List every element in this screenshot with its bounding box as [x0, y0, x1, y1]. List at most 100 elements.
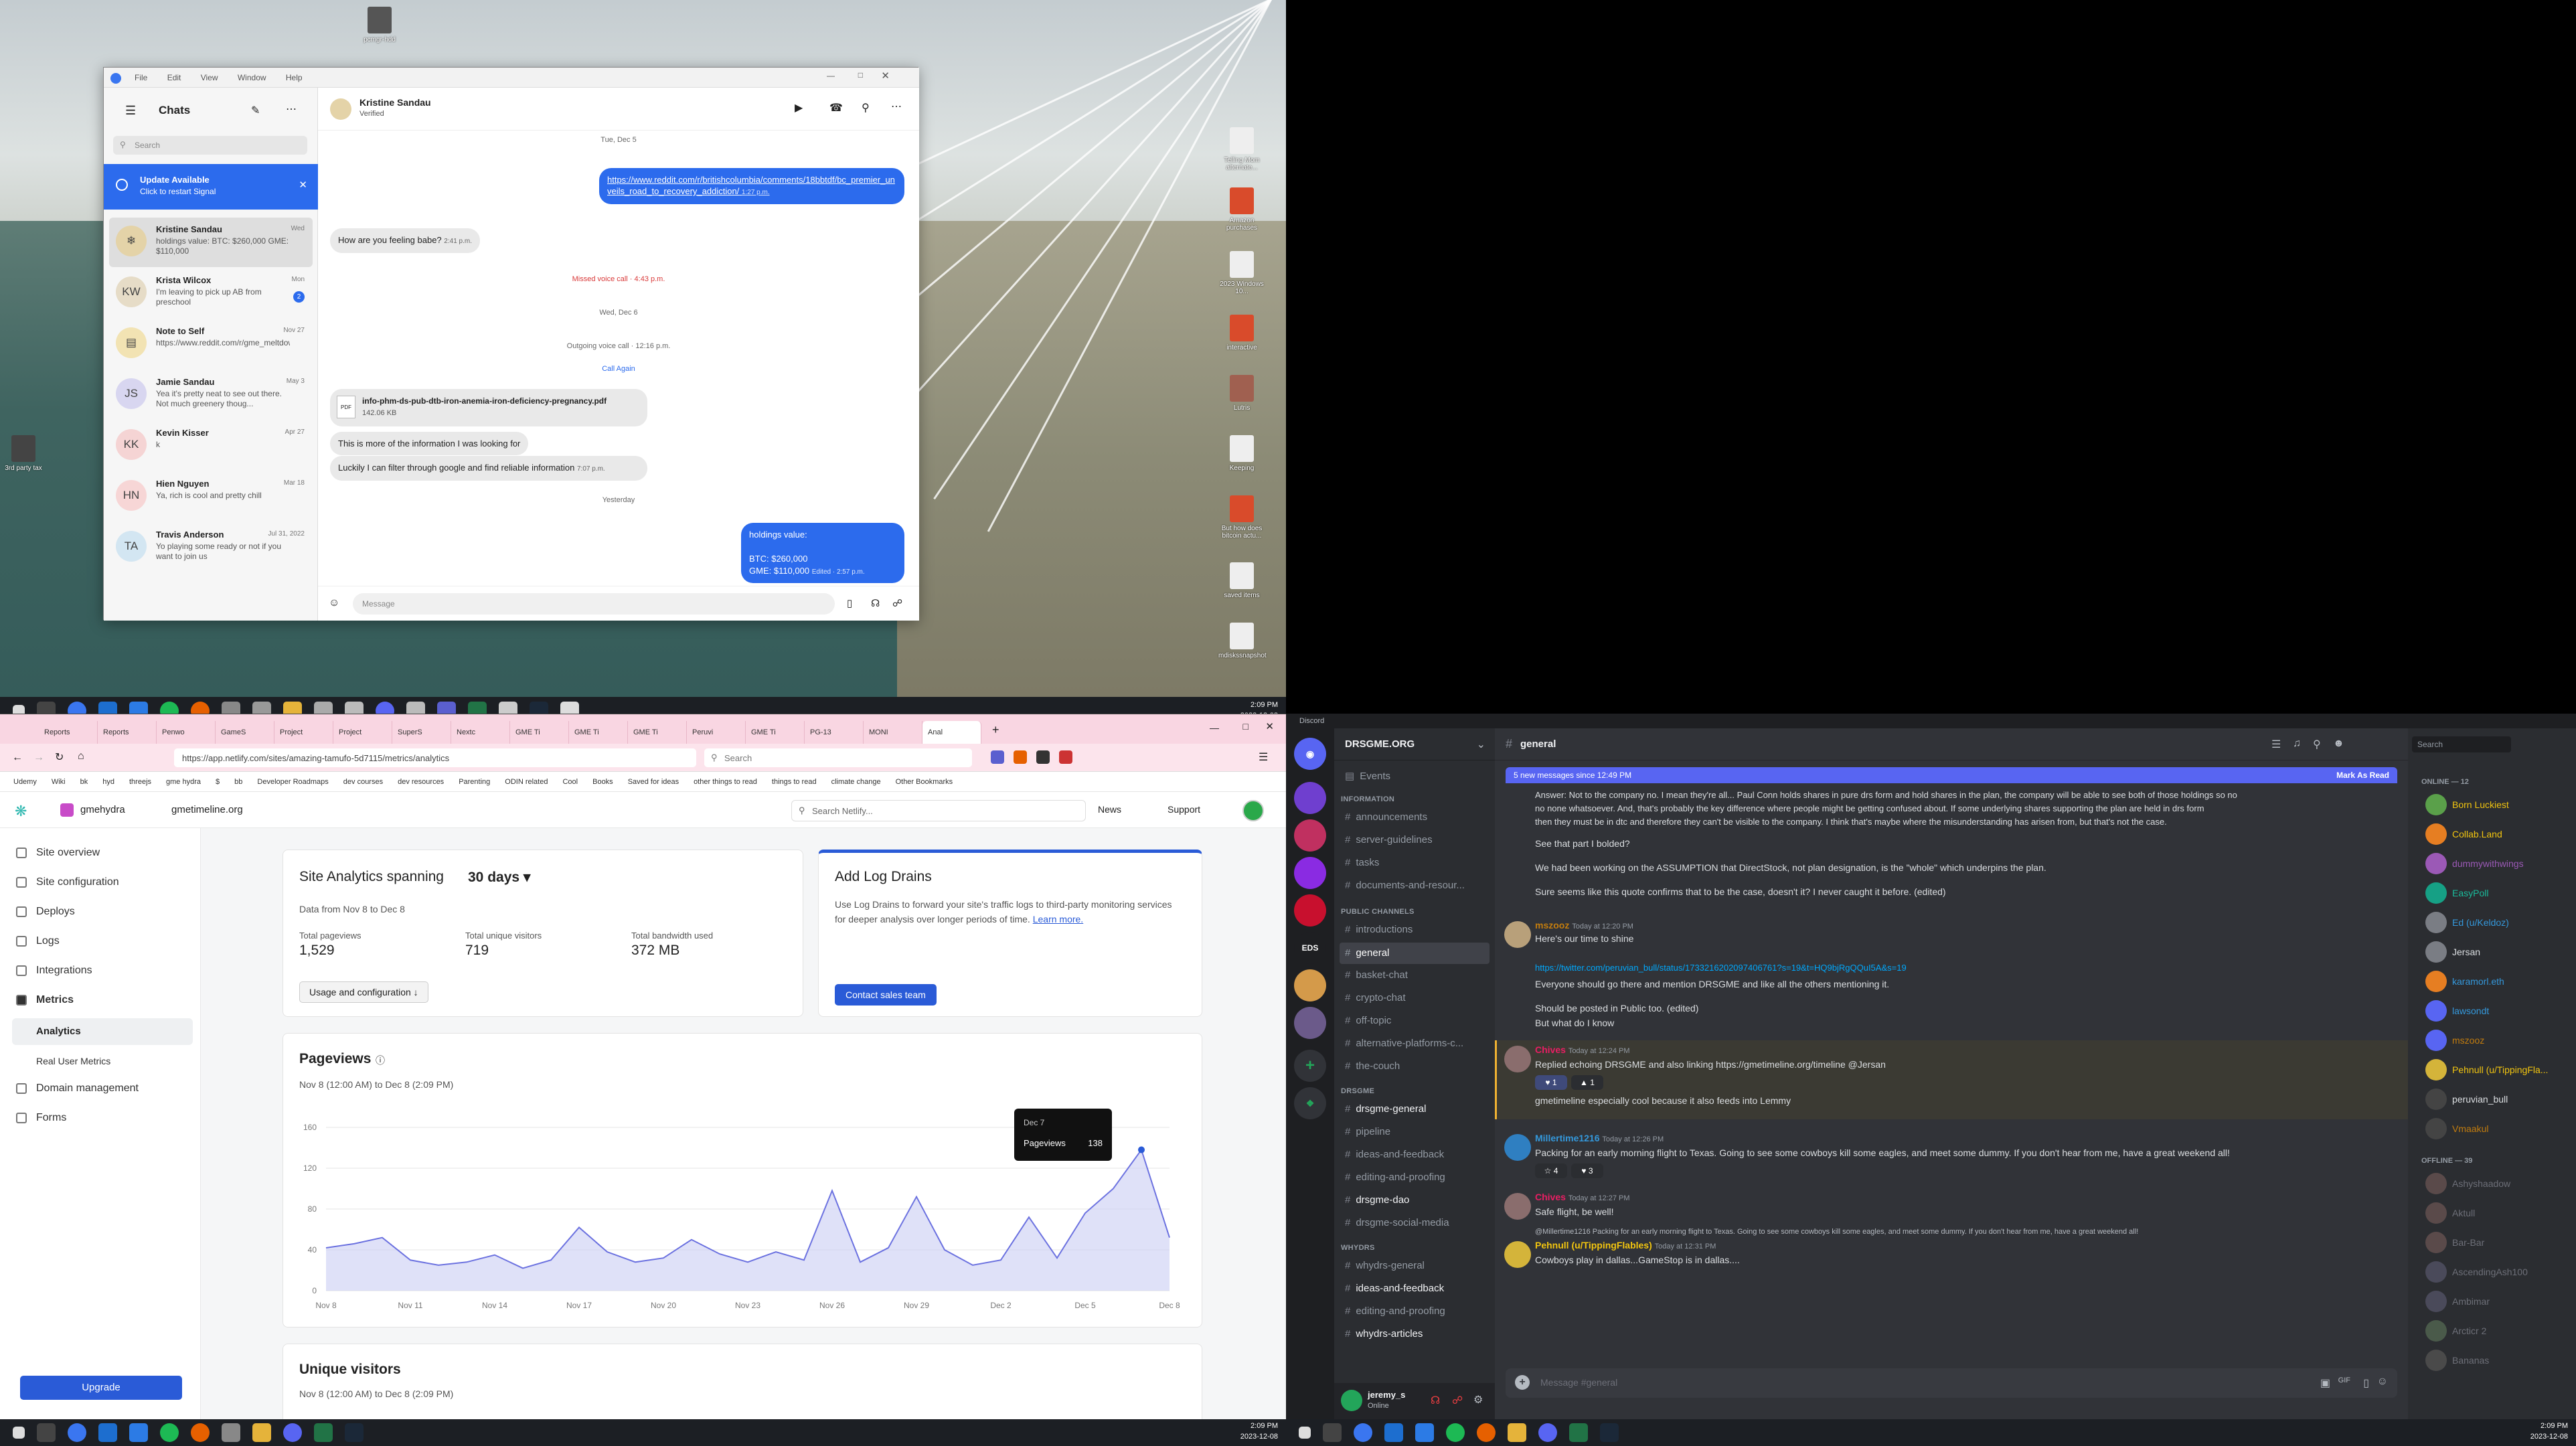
channel-item[interactable]: # announcements — [1345, 811, 1427, 823]
browser-tab[interactable]: Peruvi — [687, 721, 746, 744]
sticker-icon[interactable]: ▯ — [847, 597, 852, 609]
nav-integrations[interactable]: Integrations — [16, 965, 92, 977]
username[interactable]: mszooz — [1535, 920, 1569, 931]
edge-icon[interactable] — [98, 1423, 117, 1442]
message-bubble[interactable]: How are you feeling babe? 2:41 p.m. — [330, 228, 480, 253]
member-item[interactable]: lawsondt — [2425, 1000, 2489, 1022]
clock[interactable]: 2:09 PM2023-12-08 — [2530, 1421, 2568, 1442]
browser-search-input[interactable]: ⚲ Search — [704, 748, 972, 767]
phone-icon[interactable]: ☎ — [829, 101, 843, 114]
bookmark[interactable]: dev resources — [398, 778, 444, 786]
back-icon[interactable]: ← — [12, 752, 23, 764]
category[interactable]: WHYDRS — [1341, 1244, 1375, 1252]
chat-item[interactable]: JS Jamie Sandau Yea it's pretty neat to … — [109, 370, 313, 420]
nav-forms[interactable]: Forms — [16, 1112, 66, 1124]
bell-icon[interactable]: ♫ — [2293, 738, 2301, 750]
chat-item[interactable]: KK Kevin Kisser k Apr 27 — [109, 421, 313, 471]
start-icon[interactable] — [13, 1427, 25, 1439]
video-call-icon[interactable]: ▶ — [795, 101, 803, 114]
call-again-button[interactable]: Call Again — [318, 365, 919, 373]
channel-item-active[interactable]: # general — [1340, 943, 1490, 964]
settings-gear-icon[interactable]: ⚙ — [1473, 1393, 1483, 1407]
channel-item[interactable]: # drsgme-general — [1345, 1103, 1426, 1115]
close-icon[interactable]: ✕ — [881, 70, 890, 82]
channel-item[interactable]: # tasks — [1345, 857, 1379, 868]
member-item[interactable]: Jersan — [2425, 941, 2480, 963]
netlify-search-input[interactable]: ⚲ Search Netlify... — [791, 800, 1086, 821]
channel-item[interactable]: # drsgme-social-media — [1345, 1217, 1449, 1228]
chat-item[interactable]: ▤ Note to Self https://www.reddit.com/r/… — [109, 319, 313, 369]
desktop-icon[interactable]: 3rd party tax — [0, 435, 47, 472]
update-banner[interactable]: Update Available Click to restart Signal… — [104, 164, 318, 210]
username[interactable]: Chives — [1535, 1044, 1566, 1055]
reaction[interactable]: ♥ 1 — [1535, 1075, 1567, 1090]
username[interactable]: Chives — [1535, 1192, 1566, 1202]
avatar[interactable] — [1242, 800, 1264, 821]
reaction[interactable]: ♥ 3 — [1571, 1163, 1603, 1178]
microphone-icon[interactable]: ☊ — [871, 597, 880, 609]
reaction[interactable]: ▲ 1 — [1571, 1075, 1603, 1090]
menu-edit[interactable]: Edit — [167, 73, 181, 82]
browser-tab[interactable]: GME Ti — [746, 721, 805, 744]
discord-icon[interactable] — [283, 1423, 302, 1442]
maximize-icon[interactable]: □ — [858, 70, 863, 80]
member-item[interactable]: mszooz — [2425, 1030, 2484, 1051]
bookmark[interactable]: threejs — [129, 778, 151, 786]
explore-icon[interactable]: ❖ — [1294, 1087, 1326, 1119]
message-input[interactable]: Message — [353, 593, 835, 615]
browser-tab[interactable]: Nextc — [451, 721, 510, 744]
bookmark[interactable]: dev courses — [343, 778, 383, 786]
contact-sales-button[interactable]: Contact sales team — [835, 984, 937, 1006]
url-input[interactable]: https://app.netlify.com/sites/amazing-ta… — [174, 748, 696, 767]
steam-icon[interactable] — [1600, 1423, 1619, 1442]
threads-icon[interactable]: ☰ — [2271, 738, 2281, 751]
edge-icon[interactable] — [1384, 1423, 1403, 1442]
contact-name[interactable]: Kristine Sandau — [359, 97, 431, 108]
channel-item[interactable]: # basket-chat — [1345, 969, 1408, 981]
folder-icon[interactable] — [252, 1423, 271, 1442]
menu-file[interactable]: File — [135, 73, 147, 82]
bookmark[interactable]: $ — [216, 778, 220, 786]
browser-tab[interactable]: GameS — [216, 721, 274, 744]
channel-item[interactable]: # ideas-and-feedback — [1345, 1283, 1444, 1294]
pin-icon[interactable]: ⚲ — [2313, 738, 2321, 751]
member-item-offline[interactable]: AscendingAsh100 — [2425, 1261, 2528, 1283]
avatar[interactable] — [1504, 1134, 1531, 1161]
member-item[interactable]: peruvian_bull — [2425, 1089, 2508, 1110]
server-icon[interactable] — [1294, 1007, 1326, 1039]
compose-icon[interactable]: ✎ — [251, 104, 260, 117]
close-icon[interactable]: ✕ — [299, 179, 307, 191]
server-icon[interactable]: EDS — [1294, 932, 1326, 964]
emoji-icon[interactable]: ☺ — [329, 597, 339, 609]
nav-metrics[interactable]: Metrics — [16, 994, 74, 1006]
member-item[interactable]: karamorl.eth — [2425, 971, 2504, 992]
channel-item[interactable]: # pipeline — [1345, 1126, 1390, 1137]
avatar[interactable] — [1504, 1241, 1531, 1268]
browser-tab[interactable]: GME Ti — [569, 721, 628, 744]
signal-icon[interactable] — [1354, 1423, 1372, 1442]
browser-tab[interactable]: Penwo — [157, 721, 216, 744]
desktop-icon[interactable]: Keeping — [1218, 435, 1265, 472]
nav-logs[interactable]: Logs — [16, 935, 60, 947]
bookmark[interactable]: Books — [592, 778, 613, 786]
member-item[interactable]: Vmaakul — [2425, 1118, 2488, 1139]
desktop-icon[interactable]: 2023 Windows 10... — [1218, 251, 1265, 295]
channel-item[interactable]: # whydrs-articles — [1345, 1328, 1423, 1340]
extension-icon[interactable] — [1036, 750, 1050, 764]
browser-tab[interactable]: Reports — [39, 721, 98, 744]
desktop-icon[interactable]: Telling Mom alternate... — [1218, 127, 1265, 171]
nav-site-configuration[interactable]: Site configuration — [16, 876, 119, 888]
home-icon[interactable]: ⌂ — [78, 750, 84, 762]
channel-item[interactable]: # editing-and-proofing — [1345, 1172, 1445, 1183]
server-icon[interactable] — [1294, 894, 1326, 927]
message-composer[interactable]: + Message #general ▣ GIF ▯ ☺ — [1506, 1368, 2397, 1398]
chat-item[interactable]: HN Hien Nguyen Ya, rich is cool and pret… — [109, 472, 313, 521]
nav-real-user-metrics[interactable]: Real User Metrics — [36, 1056, 110, 1066]
start-icon[interactable] — [1299, 1427, 1311, 1439]
message-link[interactable]: https://twitter.com/peruvian_bull/status… — [1535, 963, 1907, 973]
file-attachment[interactable]: PDF info-phm-ds-pub-dtb-iron-anemia-iron… — [330, 389, 647, 426]
gift-icon[interactable]: ▣ — [2320, 1376, 2330, 1390]
message-bubble[interactable]: This is more of the information I was lo… — [330, 432, 529, 455]
channel-item[interactable]: # off-topic — [1345, 1015, 1391, 1026]
usage-button[interactable]: Usage and configuration ↓ — [299, 981, 428, 1003]
